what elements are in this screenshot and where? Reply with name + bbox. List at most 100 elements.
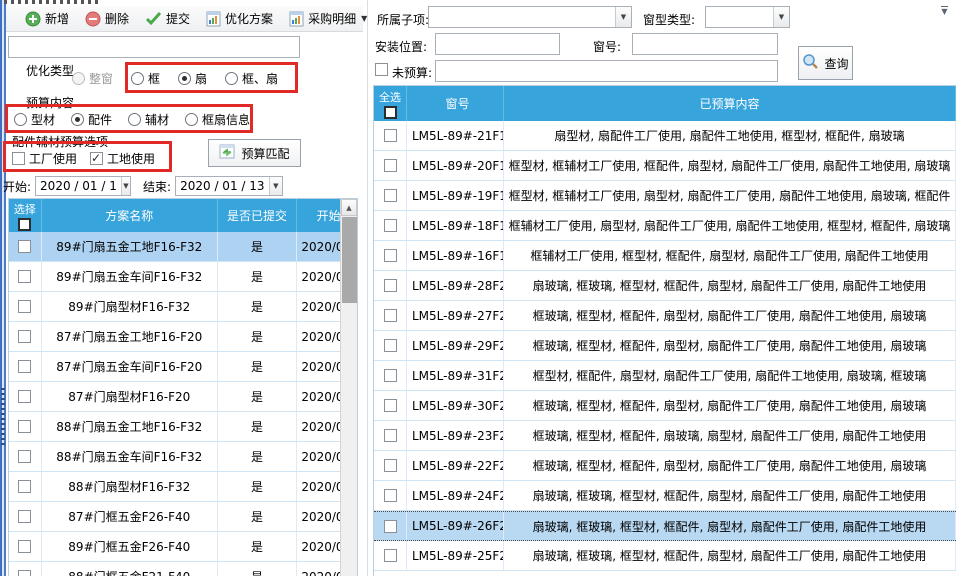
row-checkbox[interactable] (384, 129, 397, 142)
sub-item-select[interactable]: ▼ (428, 6, 632, 28)
row-checkbox[interactable] (18, 420, 31, 433)
chevron-down-icon[interactable]: ▼ (269, 177, 283, 195)
optimize-type-option[interactable]: 扇 (178, 70, 207, 87)
select-all-checkbox[interactable] (18, 218, 31, 231)
chevron-down-icon[interactable]: ▼ (773, 7, 789, 27)
optimize-type-option[interactable]: 框 (131, 70, 160, 87)
radio-icon[interactable] (14, 113, 27, 126)
row-checkbox[interactable] (384, 549, 397, 562)
radio-icon[interactable] (178, 72, 191, 85)
budget-content-option[interactable]: 框扇信息 (185, 111, 250, 128)
row-checkbox[interactable] (384, 189, 397, 202)
row-checkbox[interactable] (384, 309, 397, 322)
scroll-up-icon[interactable]: ▲ (341, 199, 357, 216)
row-checkbox[interactable] (18, 300, 31, 313)
radio-icon[interactable] (71, 113, 84, 126)
row-checkbox[interactable] (384, 369, 397, 382)
budget-content-option[interactable]: 配件 (71, 111, 112, 128)
no-budget-checkbox[interactable] (375, 63, 388, 76)
plan-table-row[interactable]: 89#门框五金F26-F40是2020/0 (9, 532, 357, 562)
budget-content-option[interactable]: 辅材 (128, 111, 169, 128)
radio-icon[interactable] (72, 72, 85, 85)
radio-icon[interactable] (128, 113, 141, 126)
row-checkbox[interactable] (384, 339, 397, 352)
plan-table-row[interactable]: 87#门框五金F26-F40是2020/0 (9, 502, 357, 532)
install-pos-input[interactable] (435, 33, 560, 55)
window-budget-row[interactable]: LM5L-89#-28F26扇玻璃, 框玻璃, 框型材, 框配件, 扇型材, 扇… (374, 271, 956, 301)
end-date-picker[interactable]: 2020 / 01 / 13 ▼ (175, 176, 283, 196)
row-checkbox[interactable] (384, 159, 397, 172)
radio-icon[interactable] (131, 72, 144, 85)
window-no-column-header[interactable]: 窗号 (407, 86, 504, 121)
plan-table-row[interactable]: 87#门扇型材F16-F20是2020/0 (9, 382, 357, 412)
plan-search-input[interactable] (8, 36, 300, 58)
plan-table-row[interactable]: 87#门扇五金工地F16-F20是2020/0 (9, 322, 357, 352)
row-checkbox[interactable] (384, 459, 397, 472)
plan-submitted-column-header[interactable]: 是否已提交 (218, 199, 298, 232)
row-checkbox[interactable] (384, 429, 397, 442)
window-budget-row[interactable]: LM5L-89#-24F22扇玻璃, 框玻璃, 框型材, 框配件, 扇型材, 扇… (374, 481, 956, 511)
window-budget-row[interactable]: LM5L-89#-23F21框玻璃, 框型材, 框配件, 扇玻璃, 扇型材, 扇… (374, 421, 956, 451)
budgeted-content-column-header[interactable]: 已预算内容 (504, 86, 956, 121)
row-checkbox[interactable] (18, 510, 31, 523)
row-checkbox[interactable] (18, 360, 31, 373)
window-budget-row[interactable]: LM5L-89#-30F28框玻璃, 框型材, 框配件, 扇型材, 扇配件工厂使… (374, 391, 956, 421)
dock-grip[interactable] (1, 388, 5, 448)
budget-match-button[interactable]: 预算匹配 (208, 139, 301, 167)
row-checkbox[interactable] (18, 390, 31, 403)
row-checkbox[interactable] (384, 489, 397, 502)
checkbox-icon[interactable] (12, 152, 25, 165)
usage-option[interactable]: 工地使用 (90, 150, 155, 167)
window-budget-row[interactable]: LM5L-89#-27F25框玻璃, 框型材, 框配件, 扇型材, 扇配件工厂使… (374, 301, 956, 331)
plan-table-row[interactable]: 88#门扇五金车间F16-F32是2020/0 (9, 442, 357, 472)
panel-divider[interactable] (367, 0, 368, 576)
usage-option[interactable]: 工厂使用 (12, 150, 77, 167)
plan-table-row[interactable]: 88#门扇五金工地F16-F32是2020/0 (9, 412, 357, 442)
select-all-checkbox[interactable] (384, 106, 397, 119)
plan-table-row[interactable]: 87#门扇五金车间F16-F20是2020/0 (9, 352, 357, 382)
row-checkbox[interactable] (384, 219, 397, 232)
window-budget-row[interactable]: LM5L-89#-25F23扇玻璃, 框玻璃, 框型材, 框配件, 扇型材, 扇… (374, 541, 956, 571)
row-checkbox[interactable] (18, 540, 31, 553)
optimize-type-option[interactable]: 整窗 (72, 70, 113, 87)
delete-button[interactable]: 删除 (79, 7, 135, 30)
window-budget-row[interactable]: LM5L-89#-18F16框辅材工厂使用, 扇型材, 扇配件工厂使用, 扇配件… (374, 211, 956, 241)
row-checkbox[interactable] (384, 279, 397, 292)
row-checkbox[interactable] (18, 570, 31, 576)
start-date-picker[interactable]: 2020 / 01 / 1 ▼ (35, 176, 131, 196)
checkbox-icon[interactable] (90, 152, 103, 165)
window-budget-row[interactable]: LM5L-89#-21F19扇型材, 扇配件工厂使用, 扇配件工地使用, 框型材… (374, 121, 956, 151)
add-button[interactable]: 新增 (19, 7, 75, 30)
plan-table-row[interactable]: 88#门扇型材F16-F32是2020/0 (9, 472, 357, 502)
optimize-type-option[interactable]: 框、扇 (225, 70, 278, 87)
window-budget-row[interactable]: LM5L-89#-26F24扇玻璃, 框玻璃, 框型材, 框配件, 扇型材, 扇… (374, 511, 956, 541)
window-type-select[interactable]: ▼ (705, 6, 790, 28)
radio-icon[interactable] (185, 113, 198, 126)
scrollbar-thumb[interactable] (342, 217, 357, 303)
plan-table-scrollbar[interactable]: ▲ (340, 199, 357, 576)
submit-button[interactable]: 提交 (139, 7, 196, 30)
row-checkbox[interactable] (18, 270, 31, 283)
window-no-input[interactable] (632, 33, 778, 55)
plan-table-row[interactable]: 88#门框五金F21-F40是2020/0 (9, 562, 357, 576)
row-checkbox[interactable] (18, 480, 31, 493)
no-budget-input[interactable] (435, 60, 778, 82)
row-checkbox[interactable] (384, 249, 397, 262)
row-checkbox[interactable] (18, 240, 31, 253)
window-budget-row[interactable]: LM5L-89#-19F17框型材, 框辅材工厂使用, 扇型材, 扇配件工厂使用… (374, 181, 956, 211)
plan-table-row[interactable]: 89#门扇五金工地F16-F32是2020/0 (9, 232, 357, 262)
chevron-down-icon[interactable]: ▼ (615, 7, 631, 27)
toolbar-overflow-button[interactable]: ▼ (937, 3, 952, 22)
row-checkbox[interactable] (384, 520, 397, 533)
left-dock-strip[interactable] (0, 0, 6, 576)
window-budget-row[interactable]: LM5L-89#-20F18框型材, 框辅材工厂使用, 框配件, 扇型材, 扇配… (374, 151, 956, 181)
purchase-detail-button[interactable]: 采购明细 ▼ (283, 7, 373, 30)
optimize-plan-button[interactable]: 优化方案 (200, 7, 279, 30)
window-budget-row[interactable]: LM5L-89#-22F20框玻璃, 框型材, 框配件, 扇型材, 扇配件工厂使… (374, 451, 956, 481)
plan-name-column-header[interactable]: 方案名称 (42, 199, 218, 232)
query-button[interactable]: 查询 (798, 46, 853, 80)
plan-table-row[interactable]: 89#门扇型材F16-F32是2020/0 (9, 292, 357, 322)
window-budget-row[interactable]: LM5L-89#-16F15框辅材工厂使用, 框型材, 框配件, 扇型材, 扇配… (374, 241, 956, 271)
row-checkbox[interactable] (18, 450, 31, 463)
row-checkbox[interactable] (384, 399, 397, 412)
